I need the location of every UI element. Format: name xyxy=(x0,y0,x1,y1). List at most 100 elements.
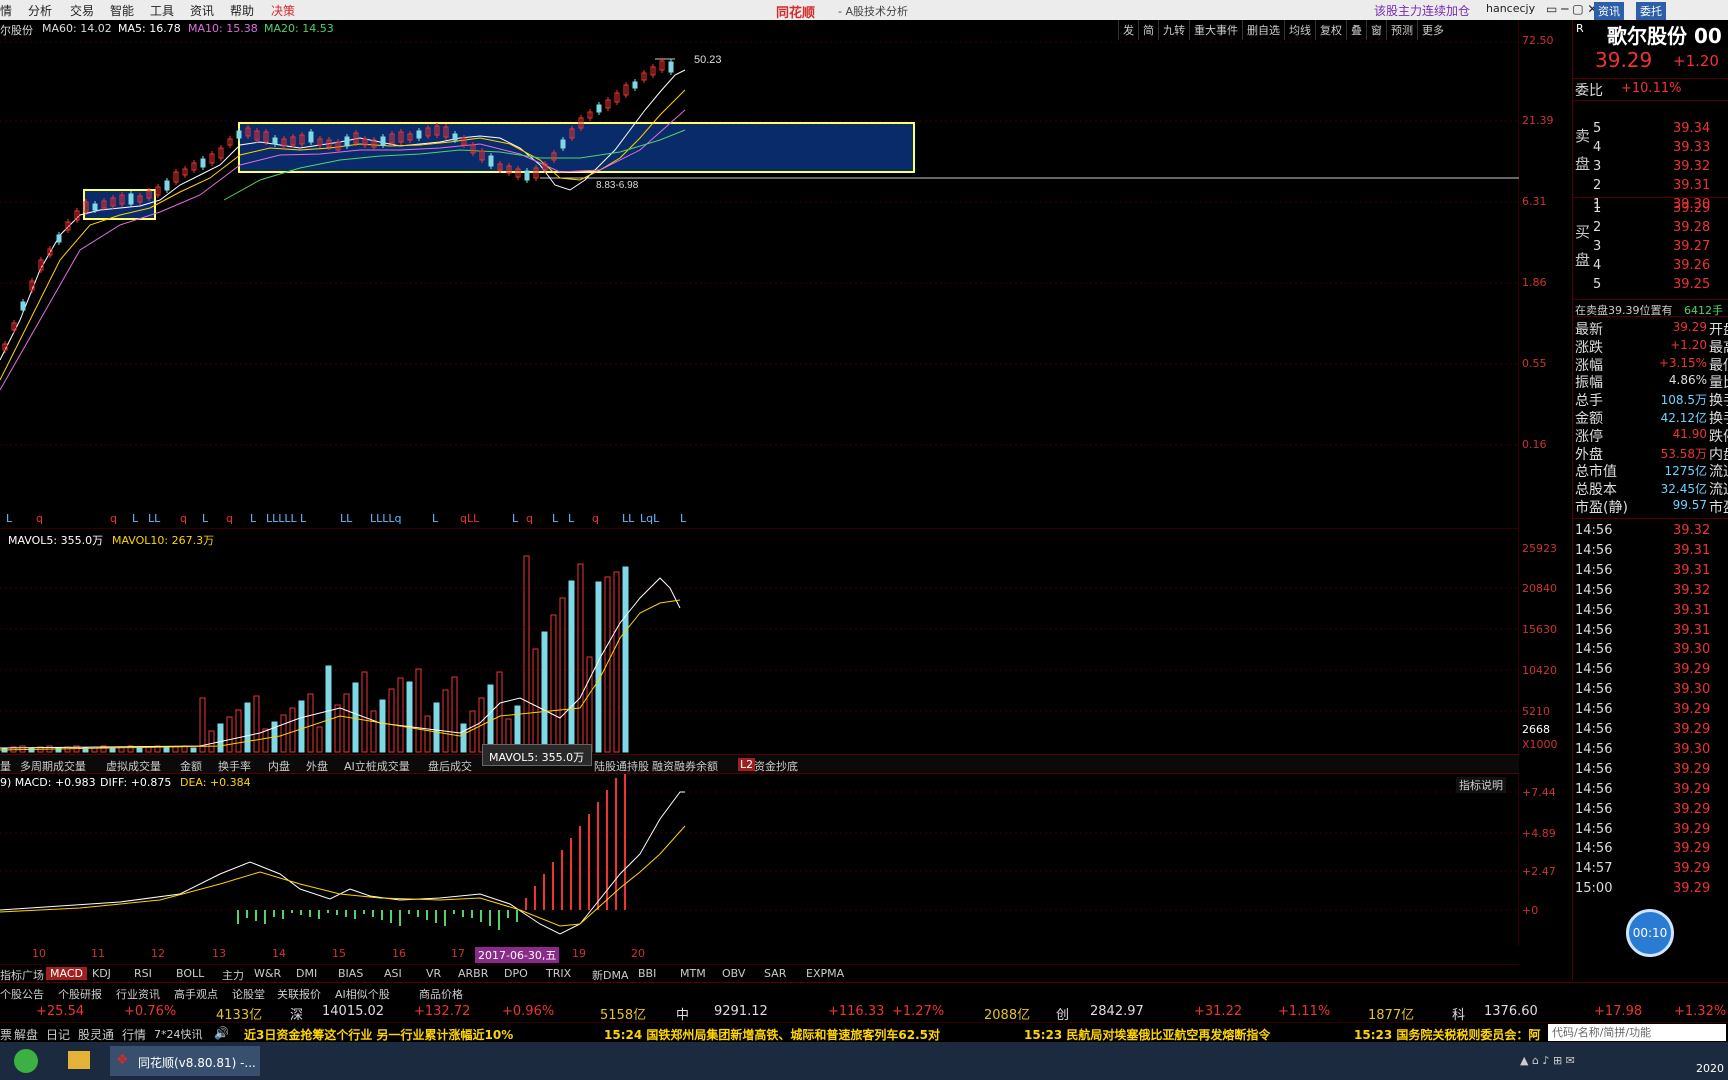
menu-item-analysis[interactable]: 分析 xyxy=(28,2,52,19)
toolbar-button[interactable]: 九转 xyxy=(1158,20,1189,40)
tab-after-hours[interactable]: 盘后成交 xyxy=(428,758,472,774)
headline[interactable]: 15:23 民航局对埃塞俄比亚航空再发熔断指令 xyxy=(1024,1026,1270,1043)
tab-turnover[interactable]: 换手率 xyxy=(218,758,251,774)
tick-price: 39.29 xyxy=(1673,821,1711,837)
bid-price[interactable]: 39.28 xyxy=(1673,220,1710,235)
menu-item-decision[interactable]: 决策 xyxy=(271,2,295,19)
bottom-tab[interactable]: 行业资讯 xyxy=(116,986,160,1002)
macd-bar xyxy=(291,910,293,913)
code-search-input[interactable]: 代码/名称/简拼/功能 xyxy=(1548,1024,1726,1041)
indicator-tab-vr[interactable]: VR xyxy=(426,967,441,980)
bid-price[interactable]: 39.25 xyxy=(1673,277,1710,292)
toolbar-button[interactable]: 均线 xyxy=(1284,20,1315,40)
bottom-tab[interactable]: 个股研报 xyxy=(58,986,102,1002)
indicator-tab-主力[interactable]: 主力 xyxy=(222,967,244,983)
news-tab[interactable]: 行情 xyxy=(122,1026,146,1043)
toolbar-button[interactable]: 删自选 xyxy=(1242,20,1284,40)
menu-item-trade[interactable]: 交易 xyxy=(70,2,94,19)
market-ticker: +25.54 +0.76% 4133亿 深 14015.02 +132.72 +0.96% 5… xyxy=(0,1002,1728,1023)
menu-item-tools[interactable]: 工具 xyxy=(150,2,174,19)
toolbar-button[interactable]: 简 xyxy=(1138,20,1158,40)
news-tab[interactable]: 票 xyxy=(0,1026,12,1043)
kline-chart[interactable]: 50.23 8.83-6.98 xyxy=(0,20,1519,528)
tab-inner[interactable]: 内盘 xyxy=(268,758,290,774)
tab-virtual-volume[interactable]: 虚拟成交量 xyxy=(106,758,161,774)
news-button[interactable]: 资讯 xyxy=(1594,2,1624,20)
bid-price[interactable]: 39.26 xyxy=(1673,258,1710,273)
toolbar-button[interactable]: 更多 xyxy=(1417,20,1448,40)
indicator-help-button[interactable]: 指标说明 xyxy=(1456,777,1506,793)
ask-price[interactable]: 39.34 xyxy=(1673,121,1710,136)
promo-link[interactable]: 该股主力连续加仓 xyxy=(1374,2,1470,19)
bid-price[interactable]: 39.29 xyxy=(1673,201,1710,216)
tray-icons[interactable]: ▲ ⌂ ♪ ⊞ ✉ xyxy=(1520,1054,1575,1067)
indicator-tab-dmi[interactable]: DMI xyxy=(296,967,317,980)
toolbar-button[interactable]: 叠 xyxy=(1346,20,1366,40)
tab-outer[interactable]: 外盘 xyxy=(306,758,328,774)
toolbar-button[interactable]: 发 xyxy=(1118,20,1138,40)
indicator-tab-sar[interactable]: SAR xyxy=(764,967,786,980)
folder-icon[interactable] xyxy=(68,1051,90,1069)
tab-multi-period-volume[interactable]: 多周期成交量 xyxy=(20,758,86,774)
toolbar-button[interactable]: 重大事件 xyxy=(1189,20,1242,40)
indicator-tab-arbr[interactable]: ARBR xyxy=(458,967,488,980)
toolbar-button[interactable]: 预测 xyxy=(1386,20,1417,40)
indicator-tab-boll[interactable]: BOLL xyxy=(176,967,204,980)
order-button[interactable]: 委托 xyxy=(1636,2,1666,20)
bottom-tab[interactable]: 商品价格 xyxy=(419,986,463,1002)
indicator-tab-mtm[interactable]: MTM xyxy=(680,967,706,980)
menu-item-smart[interactable]: 智能 xyxy=(110,2,134,19)
indicator-tab-obv[interactable]: OBV xyxy=(722,967,745,980)
news-tab[interactable]: 日记 xyxy=(46,1026,70,1043)
news-tab[interactable]: 股灵通 xyxy=(78,1026,114,1043)
bid-price[interactable]: 39.27 xyxy=(1673,239,1710,254)
indicator-tab-w&r[interactable]: W&R xyxy=(254,967,281,980)
ask-price[interactable]: 39.31 xyxy=(1673,178,1710,193)
news-tab[interactable]: 7*24快讯 xyxy=(154,1026,203,1042)
indicator-tab-新dma[interactable]: 新DMA xyxy=(592,967,629,983)
tick-price: 39.30 xyxy=(1673,682,1711,698)
taskbar-app[interactable]: ❖ 同花顺(v8.80.81) -... xyxy=(110,1046,260,1076)
headline[interactable]: 15:23 国务院关税税则委员会：阿 xyxy=(1354,1026,1544,1043)
bottom-tab[interactable]: 高手观点 xyxy=(174,986,218,1002)
indicator-tab-rsi[interactable]: RSI xyxy=(134,967,152,980)
indicator-tab-kdj[interactable]: KDJ xyxy=(92,967,111,980)
indicator-tab-dpo[interactable]: DPO xyxy=(504,967,528,980)
tab-hk-connect[interactable]: 陆股通持股 xyxy=(594,758,649,774)
ticker-item: 2842.97 xyxy=(1090,1004,1144,1019)
volume-chart[interactable] xyxy=(0,528,1519,754)
menu-item-help[interactable]: 帮助 xyxy=(230,2,254,19)
indicator-tab-asi[interactable]: ASI xyxy=(384,967,402,980)
bottom-tab[interactable]: 关联报价 xyxy=(277,986,321,1002)
tab-amount[interactable]: 金额 xyxy=(180,758,202,774)
ask-price[interactable]: 39.33 xyxy=(1673,140,1710,155)
volume-bar xyxy=(109,747,116,753)
bottom-tab[interactable]: AI相似个股 xyxy=(335,986,390,1002)
ticker-item: 创 xyxy=(1056,1008,1070,1023)
indicator-tab-指标广场[interactable]: 指标广场 xyxy=(0,967,44,983)
tab-volume[interactable]: 量 xyxy=(0,758,11,774)
tab-ai-volume[interactable]: AI立桩成交量 xyxy=(344,758,410,774)
tab-margin[interactable]: 融资融券余额 xyxy=(652,758,718,774)
bottom-tab[interactable]: 论股堂 xyxy=(232,986,265,1002)
indicator-tab-trix[interactable]: TRIX xyxy=(546,967,571,980)
macd-chart[interactable] xyxy=(0,774,1519,946)
ask-price[interactable]: 39.32 xyxy=(1673,159,1710,174)
news-tab[interactable]: 解盘 xyxy=(14,1026,38,1043)
indicator-tab-macd[interactable]: MACD xyxy=(46,967,87,980)
toolbar-button[interactable]: 复权 xyxy=(1315,20,1346,40)
window-controls[interactable]: ▭ ─ ▢ ✕ xyxy=(1546,2,1597,16)
start-icon[interactable] xyxy=(14,1049,38,1073)
indicator-tab-expma[interactable]: EXPMA xyxy=(806,967,844,980)
menu-item-news[interactable]: 资讯 xyxy=(190,2,214,19)
tab-capital-bottom[interactable]: 资金抄底 xyxy=(754,758,798,774)
menu-item-quote[interactable]: 情 xyxy=(0,2,12,19)
timer-badge[interactable]: 00:10 xyxy=(1626,909,1674,957)
indicator-tab-bbi[interactable]: BBI xyxy=(638,967,656,980)
headline[interactable]: 近3日资金抢筹这个行业 另一行业累计涨幅近10% xyxy=(244,1026,513,1043)
user-name[interactable]: hancecjy xyxy=(1486,2,1535,15)
headline[interactable]: 15:24 国铁郑州局集团新增高铁、城际和普速旅客列车62.5对 xyxy=(604,1026,940,1043)
indicator-tab-bias[interactable]: BIAS xyxy=(338,967,363,980)
toolbar-button[interactable]: 窗 xyxy=(1366,20,1386,40)
bottom-tab[interactable]: 个股公告 xyxy=(0,986,44,1002)
